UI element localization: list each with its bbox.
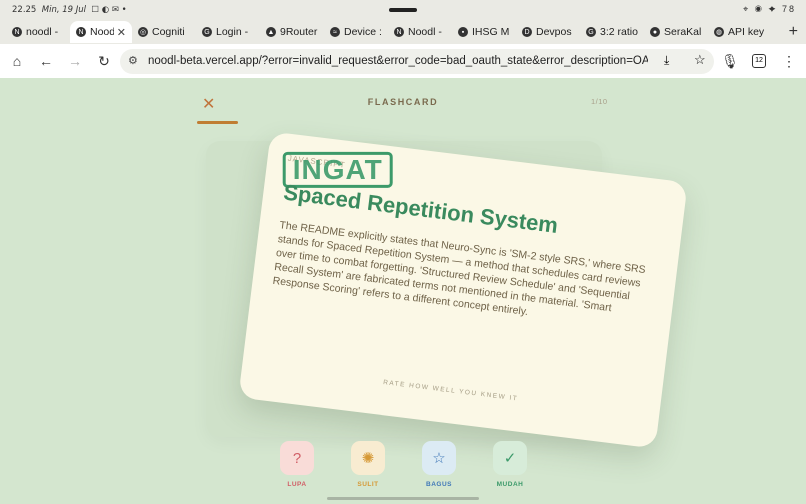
card-counter: 1/10	[591, 97, 608, 106]
camera-pill	[389, 8, 417, 12]
favicon-icon: ▪	[458, 27, 468, 37]
bookmark-star-icon[interactable]: ☆	[694, 52, 706, 68]
browser-tab[interactable]: ● SeraKal	[644, 21, 708, 43]
microphone-icon[interactable]: 🎙	[721, 52, 739, 70]
favicon-icon: N	[12, 27, 22, 37]
progress-bar	[197, 121, 609, 124]
url-text[interactable]: noodl-beta.vercel.app/?error=invalid_req…	[148, 55, 648, 67]
new-tab-icon[interactable]: +	[789, 20, 798, 44]
rating-buttons: ? LUPA ✺ SULIT ☆ BAGUS ✓ MUDAH	[277, 441, 537, 491]
browser-tab[interactable]: ▪ IHSG M	[452, 21, 516, 43]
forgot-label: LUPA	[287, 481, 307, 488]
browser-tab[interactable]: ◎ Cogniti	[132, 21, 196, 43]
good-button[interactable]: ☆ BAGUS	[419, 441, 459, 488]
favicon-icon: N	[76, 27, 86, 37]
install-app-icon[interactable]: ⤓	[664, 53, 669, 68]
site-settings-icon[interactable]: ⚙	[128, 54, 138, 67]
favicon-icon: D	[522, 27, 532, 37]
system-status-bar: 22.25 Min, 19 Jul ☐ ◐ ✉ • ⌖ ◉ ✦ 78	[0, 0, 806, 20]
status-time: 22.25 Min, 19 Jul ☐ ◐ ✉ •	[12, 5, 127, 15]
browser-tab[interactable]: ◍ API key	[708, 21, 772, 43]
browser-tab[interactable]: ▲ 9Router	[260, 21, 324, 43]
easy-label: MUDAH	[496, 481, 524, 488]
browser-tab[interactable]: Nnoodl -	[6, 21, 70, 43]
reload-icon[interactable]: ↻	[95, 52, 113, 70]
brain-icon: ✺	[351, 441, 385, 475]
favicon-icon: ◍	[714, 27, 724, 37]
address-bar[interactable]: ⚙ noodl-beta.vercel.app/?error=invalid_r…	[120, 49, 714, 74]
question-circle-icon: ?	[280, 441, 314, 475]
favicon-icon: ▲	[266, 27, 276, 37]
home-icon[interactable]: ⌂	[8, 52, 26, 70]
hard-button[interactable]: ✺ SULIT	[348, 441, 388, 488]
browser-tab[interactable]: ≈ Device :	[324, 21, 388, 43]
browser-tab[interactable]: G Login -	[196, 21, 260, 43]
browser-toolbar: ⌂ ← → ↻ ⚙ noodl-beta.vercel.app/?error=i…	[0, 44, 806, 78]
star-icon: ☆	[422, 441, 456, 475]
check-icon: ✓	[493, 441, 527, 475]
gesture-nav-handle[interactable]	[327, 497, 479, 500]
favicon-icon: ●	[650, 27, 660, 37]
easy-button[interactable]: ✓ MUDAH	[490, 441, 530, 488]
progress-fill	[197, 121, 239, 124]
browser-tab[interactable]: N Noodl -	[388, 21, 452, 43]
hard-label: SULIT	[357, 481, 379, 488]
back-icon[interactable]: ←	[37, 52, 55, 70]
more-menu-icon[interactable]: ⋮	[780, 52, 798, 70]
good-label: BAGUS	[426, 481, 452, 488]
tab-count-button[interactable]: 12	[752, 54, 766, 68]
forgot-button[interactable]: ? LUPA	[277, 441, 317, 488]
flashcard-screen: ✕ FLASHCARD 1/10 JAVASCRIPT INGAT Spaced…	[0, 78, 806, 504]
page-title: FLASHCARD	[367, 97, 439, 107]
flashcard[interactable]: JAVASCRIPT INGAT Spaced Repetition Syste…	[238, 131, 688, 449]
browser-tab[interactable]: D Devpos	[516, 21, 580, 43]
favicon-icon: N	[394, 27, 404, 37]
browser-tab-strip: Nnoodl - NNoodl✕ ◎Cogniti GLogin - ▲9Rou…	[0, 20, 806, 44]
close-tab-icon[interactable]: ✕	[117, 26, 126, 39]
favicon-icon: ◎	[138, 27, 148, 37]
favicon-icon: G	[586, 27, 596, 37]
card-explanation: The README explicitly states that Neuro-…	[271, 219, 647, 319]
browser-tab[interactable]: G 3:2 ratio	[580, 21, 644, 43]
favicon-icon: G	[202, 27, 212, 37]
browser-tab-active[interactable]: NNoodl✕	[70, 21, 132, 43]
status-icons: ⌖ ◉ ✦ 78	[743, 4, 796, 14]
forward-icon[interactable]: →	[66, 52, 84, 70]
favicon-icon: ≈	[330, 27, 340, 37]
